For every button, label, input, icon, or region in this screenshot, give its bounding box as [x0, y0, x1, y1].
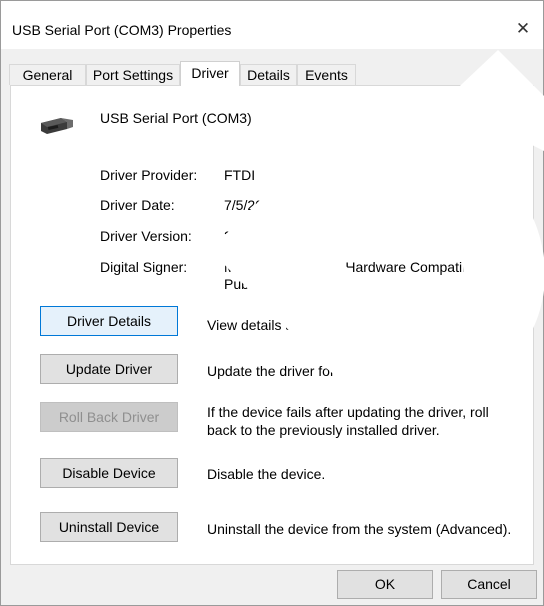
driver-details-description: View details about the installed driver … — [207, 317, 471, 333]
update-driver-description: Update the driver for this device. — [207, 363, 409, 379]
usb-connector-icon — [41, 118, 73, 134]
driver-date-label: Driver Date: — [100, 197, 175, 213]
tab-details[interactable]: Details — [240, 64, 297, 85]
cancel-button[interactable]: Cancel — [441, 570, 537, 599]
window-title: USB Serial Port (COM3) Properties — [12, 22, 232, 38]
disable-device-button[interactable]: Disable Device — [40, 458, 178, 488]
driver-provider-label: Driver Provider: — [100, 167, 198, 183]
properties-dialog: USB Serial Port (COM3) Properties ✕ Gene… — [0, 0, 544, 606]
tab-port-settings[interactable]: Port Settings — [86, 64, 180, 85]
update-driver-button[interactable]: Update Driver — [40, 354, 178, 384]
digital-signer-label: Digital Signer: — [100, 259, 188, 275]
tab-general[interactable]: General — [9, 64, 86, 85]
title-bar: USB Serial Port (COM3) Properties ✕ — [1, 1, 543, 49]
driver-details-button[interactable]: Driver Details — [40, 306, 178, 336]
ok-button[interactable]: OK — [337, 570, 433, 599]
close-icon[interactable]: ✕ — [503, 15, 543, 43]
uninstall-device-description: Uninstall the device from the system (Ad… — [207, 521, 512, 537]
roll-back-description-line2: back to the previously installed driver. — [207, 422, 440, 438]
driver-provider-value: FTDI — [224, 167, 256, 183]
driver-date-value: 7/5/2021 — [224, 197, 279, 213]
tab-driver[interactable]: Driver — [180, 61, 240, 86]
digital-signer-value-line1: Microsoft Windows Hardware Compatibility — [224, 259, 491, 275]
roll-back-description-line1: If the device fails after updating the d… — [207, 404, 489, 420]
driver-version-value: 2.12.36.4 — [224, 228, 283, 244]
device-name: USB Serial Port (COM3) — [100, 110, 252, 126]
driver-version-label: Driver Version: — [100, 228, 192, 244]
disable-device-description: Disable the device. — [207, 466, 326, 482]
driver-panel: USB Serial Port (COM3) Driver Provider: … — [10, 85, 534, 565]
digital-signer-value-line2: Publisher — [224, 276, 283, 292]
uninstall-device-button[interactable]: Uninstall Device — [40, 512, 178, 542]
roll-back-driver-button[interactable]: Roll Back Driver — [40, 402, 178, 432]
tab-events[interactable]: Events — [297, 64, 356, 85]
